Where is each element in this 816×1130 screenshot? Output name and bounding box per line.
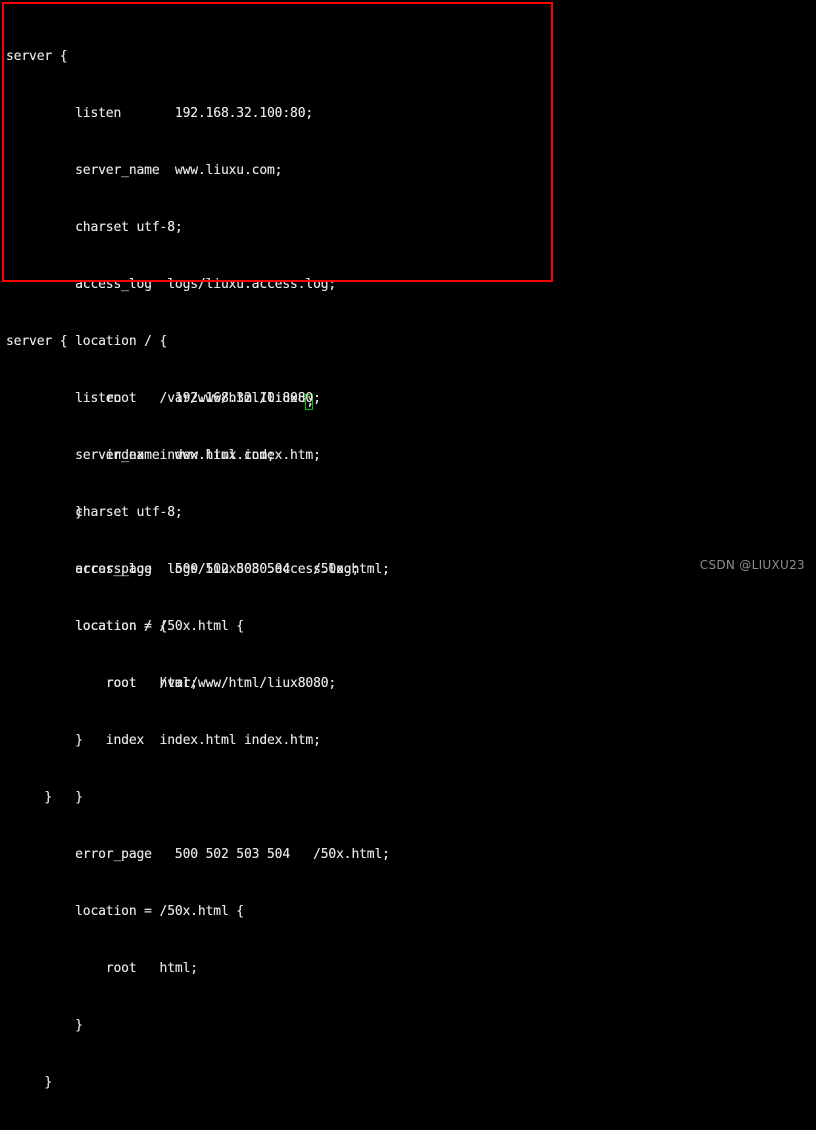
watermark-label: CSDN @LIUXU23 [699,558,805,572]
code-line: location / { [6,619,168,634]
code-line: } [6,790,83,805]
code-line: listen 192.168.32.100:80; [6,106,314,121]
code-line: listen 192.168.32.10:8080; [6,391,321,406]
code-line: server_name www.liux.com; [6,448,275,463]
code-line: server { [6,49,68,64]
code-line: root /var/www/html/liux8080; [6,676,337,691]
code-line: access_log logs/liuxu.access.log; [6,277,337,292]
code-line: root html; [6,961,198,976]
code-line: } [6,1075,53,1090]
code-line: } [6,1018,83,1033]
code-line: location = /50x.html { [6,904,244,919]
code-line: index index.html index.htm; [6,733,321,748]
code-line: access_log logs/liux8080.access.log; [6,562,360,577]
config-block-liux8080[interactable]: server { listen 192.168.32.10:8080; serv… [6,294,390,1130]
terminal-window[interactable]: server { listen 192.168.32.100:80; serve… [0,0,816,1090]
code-line: charset utf-8; [6,505,183,520]
code-line: charset utf-8; [6,220,183,235]
code-line: error_page 500 502 503 504 /50x.html; [6,847,390,862]
code-line: server_name www.liuxu.com; [6,163,283,178]
code-line: server { [6,334,68,349]
